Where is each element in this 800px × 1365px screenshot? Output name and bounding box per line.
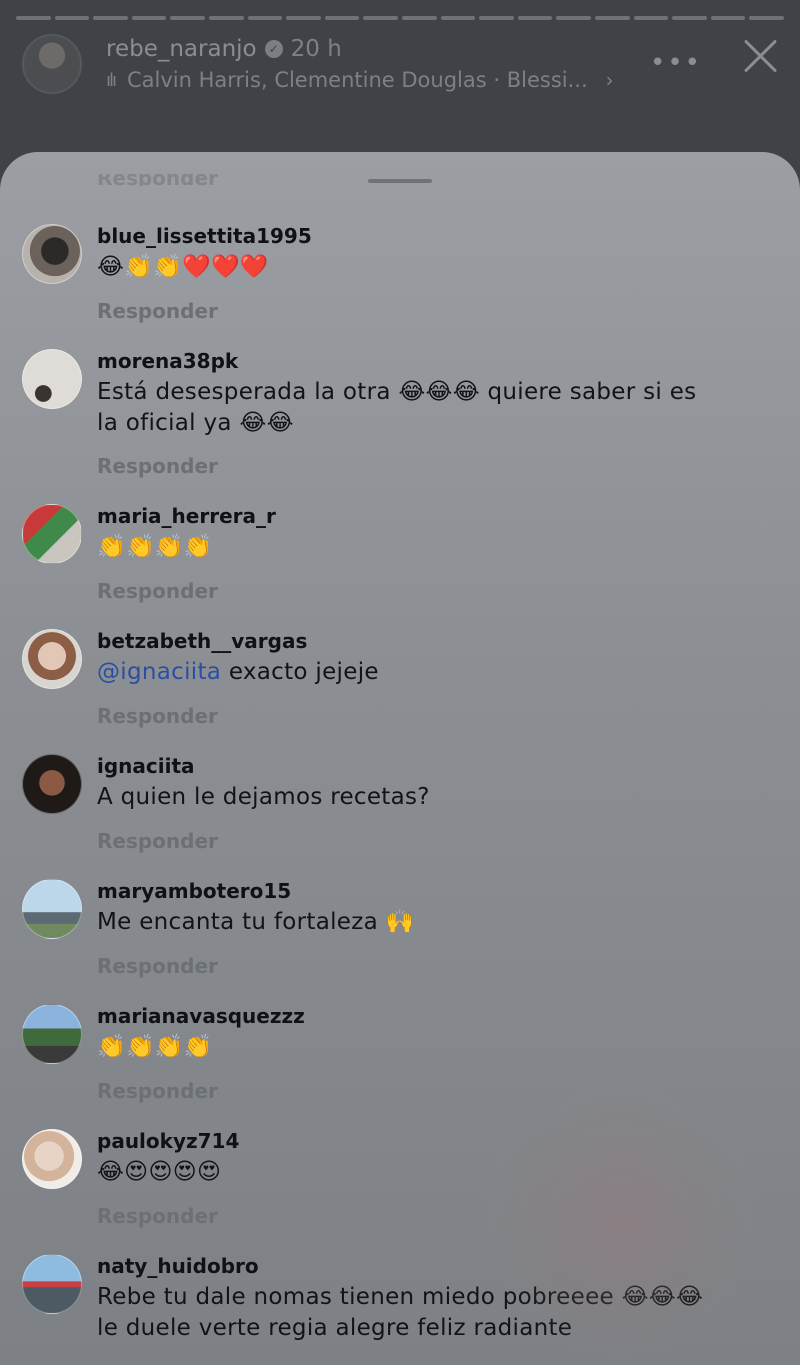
story-header: rebe_naranjo ✓ 20 h ılı Calvin Harris, C…	[22, 34, 782, 98]
story-time: 20 h	[290, 36, 342, 62]
comment-username[interactable]: maria_herrera_r	[97, 504, 276, 528]
avatar[interactable]	[22, 629, 82, 689]
story-username[interactable]: rebe_naranjo	[106, 36, 257, 62]
avatar[interactable]	[22, 1254, 82, 1314]
comment-text: @ignaciita exacto jejeje	[97, 657, 707, 688]
comment-username[interactable]: betzabeth__vargas	[97, 629, 307, 653]
avatar[interactable]	[22, 224, 82, 284]
reply-button[interactable]: Responder	[97, 579, 218, 603]
avatar[interactable]	[22, 1004, 82, 1064]
reply-button[interactable]: Responder	[97, 454, 218, 478]
story-music-title: Calvin Harris, Clementine Douglas · Bles…	[127, 68, 588, 92]
avatar[interactable]	[22, 754, 82, 814]
reply-button[interactable]: Responder	[97, 704, 218, 728]
reply-button[interactable]: Responder	[97, 954, 218, 978]
avatar[interactable]	[22, 349, 82, 409]
avatar[interactable]	[22, 504, 82, 564]
story-progress-bar	[16, 16, 784, 20]
sheet-drag-handle[interactable]	[368, 179, 432, 183]
comments-sheet: Responder blue_lissettita1995 😂👏👏❤️❤️❤️ …	[0, 152, 800, 1365]
story-music[interactable]: ılı Calvin Harris, Clementine Douglas · …	[106, 68, 614, 92]
story-user-line: rebe_naranjo ✓ 20 h	[106, 36, 342, 62]
comment-username[interactable]: marianavasquezzz	[97, 1004, 305, 1028]
partial-reply-link: Responder	[97, 174, 218, 186]
comment-username[interactable]: naty_huidobro	[97, 1254, 259, 1278]
verified-badge-icon: ✓	[264, 40, 283, 58]
music-bars-icon: ılı	[106, 69, 117, 91]
comment-username[interactable]: maryambotero15	[97, 879, 291, 903]
reply-button[interactable]: Responder	[97, 299, 218, 323]
comment-text: Rebe tu dale nomas tienen miedo pobreeee…	[97, 1284, 704, 1341]
comment-mention[interactable]: @ignaciita	[97, 659, 221, 685]
reply-button[interactable]: Responder	[97, 1204, 218, 1228]
comment-text: 😂😍😍😍😍	[97, 1159, 222, 1185]
comment-text-body: exacto jejeje	[221, 659, 379, 685]
reply-button[interactable]: Responder	[97, 829, 218, 853]
comment-text: 👏👏👏👏	[97, 534, 213, 560]
comment-text: Está desesperada la otra 😂😂😂 quiere sabe…	[97, 379, 697, 436]
comment-username[interactable]: ignaciita	[97, 754, 195, 778]
comment-text: 👏👏👏👏	[97, 1034, 213, 1060]
comment-username[interactable]: paulokyz714	[97, 1129, 239, 1153]
more-options-icon[interactable]: •••	[650, 48, 702, 78]
comment-text: A quien le dejamos recetas?	[97, 784, 430, 810]
comment-username[interactable]: morena38pk	[97, 349, 238, 373]
avatar[interactable]	[22, 1129, 82, 1189]
comment-username[interactable]: blue_lissettita1995	[97, 224, 312, 248]
story-avatar[interactable]	[22, 34, 82, 94]
chevron-right-icon: ›	[605, 68, 614, 92]
avatar[interactable]	[22, 879, 82, 939]
comment-text: 😂👏👏❤️❤️❤️	[97, 254, 269, 280]
close-icon[interactable]	[738, 34, 782, 78]
reply-button[interactable]: Responder	[97, 1079, 218, 1103]
comment-text: Me encanta tu fortaleza 🙌	[97, 909, 415, 935]
